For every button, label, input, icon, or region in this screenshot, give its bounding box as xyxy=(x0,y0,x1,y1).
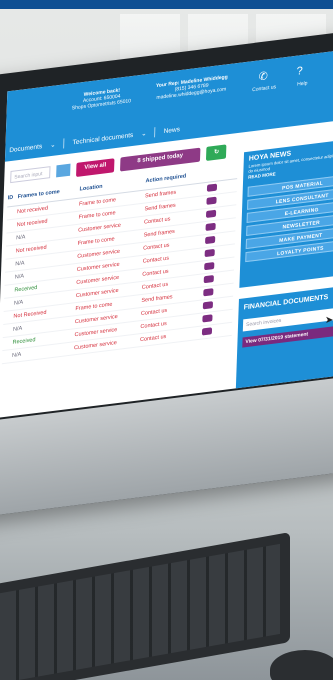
row-arrow-cell xyxy=(205,235,219,246)
row-arrow-button[interactable] xyxy=(203,287,214,296)
row-arrow-cell xyxy=(202,313,216,324)
row-arrow-cell xyxy=(206,183,221,194)
monitor-screen: Welcome back! Account: 650004 Shops Opto… xyxy=(0,46,333,418)
search-button[interactable] xyxy=(56,163,71,178)
row-arrow-button[interactable] xyxy=(204,261,215,270)
nav-documents[interactable]: Documents xyxy=(9,143,42,154)
row-arrow-button[interactable] xyxy=(202,300,214,309)
table-body: Not received Frame to come Send frames Not … xyxy=(1,179,238,365)
row-arrow-button[interactable] xyxy=(205,235,216,244)
row-id xyxy=(3,330,13,331)
row-arrow-cell xyxy=(205,222,219,233)
row-arrow-button[interactable] xyxy=(203,274,214,283)
row-arrow-cell xyxy=(201,326,216,337)
row-arrow-cell xyxy=(204,248,219,259)
search-input[interactable]: Search input xyxy=(10,166,51,184)
shipped-today-button[interactable]: 8 shipped today xyxy=(119,147,201,172)
chevron-down-icon[interactable]: ⌄ xyxy=(50,140,56,149)
row-arrow-button[interactable] xyxy=(206,183,218,192)
row-id xyxy=(6,238,16,239)
row-arrow-button[interactable] xyxy=(206,196,217,205)
row-id xyxy=(4,304,14,305)
financial-documents-panel: FINANCIAL DOCUMENTS Search invoices View… xyxy=(235,284,333,390)
orders-table: ID Frames to come Location Action requir… xyxy=(1,167,238,365)
nav-technical-documents[interactable]: Technical documents xyxy=(72,131,133,146)
row-arrow-button[interactable] xyxy=(205,209,217,218)
row-id xyxy=(2,356,12,357)
view-all-button[interactable]: View all xyxy=(76,158,115,177)
row-arrow-cell xyxy=(206,196,220,207)
row-arrow-cell xyxy=(205,209,220,220)
row-arrow-cell xyxy=(202,300,217,311)
row-id xyxy=(4,291,14,292)
row-id xyxy=(7,212,17,213)
row-arrow-button[interactable] xyxy=(205,222,216,231)
refresh-icon[interactable]: ↻ xyxy=(205,144,227,161)
row-arrow-button[interactable] xyxy=(204,248,215,257)
row-id xyxy=(5,278,15,279)
welcome-block: Welcome back! Account: 650004 Shops Opto… xyxy=(66,85,137,112)
column-header-id: ID xyxy=(7,194,14,202)
mouse-cursor-icon: ➤ xyxy=(325,315,333,326)
row-arrow-button[interactable] xyxy=(202,313,213,322)
chevron-down-icon[interactable]: ⌄ xyxy=(141,129,147,138)
row-arrow-cell xyxy=(204,261,218,272)
rep-block: Your Rep: Madeline Whiddegg (815) 346 67… xyxy=(146,73,237,102)
row-id xyxy=(6,251,16,252)
phone-icon[interactable]: ✆ xyxy=(258,69,268,83)
nav-separator xyxy=(154,127,156,138)
nav-separator xyxy=(63,138,65,149)
top-blue-strip xyxy=(0,0,333,9)
help-circle-icon[interactable]: ? xyxy=(296,65,303,78)
help-link[interactable]: Help xyxy=(297,80,308,87)
row-arrow-cell xyxy=(203,274,218,285)
row-arrow-button[interactable] xyxy=(201,326,213,336)
monitor: Welcome back! Account: 650004 Shops Opto… xyxy=(0,28,333,521)
row-id xyxy=(3,343,13,344)
row-id xyxy=(5,265,15,266)
row-arrow-cell xyxy=(203,287,217,298)
contact-us-link[interactable]: Contact us xyxy=(252,84,276,93)
row-id xyxy=(7,225,17,226)
column-header-more xyxy=(207,169,221,182)
hoya-news-panel: HOYA NEWS Lorem ipsum dolor sit amet, co… xyxy=(239,137,333,288)
row-id xyxy=(3,317,13,318)
nav-news[interactable]: News xyxy=(164,126,181,135)
